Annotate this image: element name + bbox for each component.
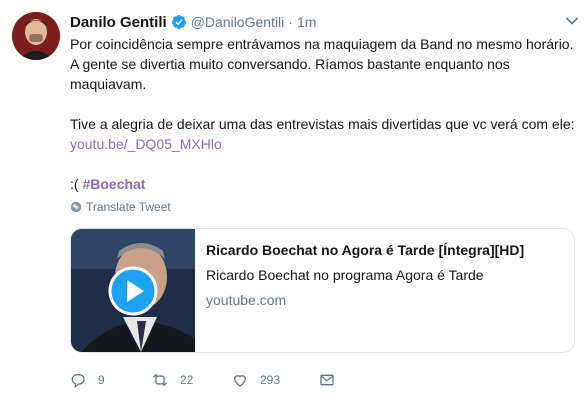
like-count: 293 <box>260 373 281 387</box>
envelope-icon <box>320 374 334 386</box>
card-title: Ricardo Boechat no Agora é Tarde [Íntegr… <box>206 242 525 258</box>
translate-tweet-button[interactable]: Translate Tweet <box>70 200 171 214</box>
like-button[interactable]: 293 <box>232 372 319 388</box>
retweet-button[interactable]: 22 <box>152 372 232 388</box>
author-name[interactable]: Danilo Gentili <box>70 14 167 31</box>
direct-message-button[interactable] <box>319 372 347 388</box>
reply-count: 9 <box>98 373 105 387</box>
tweet-actions: 9 22 293 <box>70 372 347 388</box>
reply-button[interactable]: 9 <box>70 372 152 388</box>
translate-label: Translate Tweet <box>86 200 171 214</box>
play-button-icon[interactable] <box>108 266 158 316</box>
tweet-paragraph-2: Tive a alegria de deixar uma das entrevi… <box>70 116 575 132</box>
tweet-paragraph-1: Por coincidência sempre entrávamos na ma… <box>70 36 574 92</box>
avatar-image <box>12 12 60 60</box>
card-description: Ricardo Boechat no programa Agora é Tard… <box>206 267 484 283</box>
video-link[interactable]: youtu.be/_DQ05_MXHlo <box>70 134 575 154</box>
tweet-text: Por coincidência sempre entrávamos na ma… <box>70 34 575 194</box>
timestamp[interactable]: 1m <box>297 14 316 30</box>
tweet-hashtag-line: :( #Boechat <box>70 174 575 194</box>
separator-dot: · <box>288 14 293 30</box>
reply-icon <box>71 374 85 388</box>
heart-icon <box>233 375 247 387</box>
video-thumbnail[interactable] <box>71 229 195 352</box>
verified-badge-icon <box>171 14 187 30</box>
card-domain: youtube.com <box>206 292 287 308</box>
avatar[interactable] <box>12 12 60 60</box>
globe-icon <box>70 201 82 213</box>
link-preview-card[interactable]: Ricardo Boechat no Agora é Tarde [Íntegr… <box>70 228 575 353</box>
tweet-header: Danilo Gentili @DaniloGentili · 1m <box>70 12 316 32</box>
card-body: Ricardo Boechat no Agora é Tarde [Íntegr… <box>195 229 535 352</box>
retweet-count: 22 <box>180 373 194 387</box>
sad-face-text: :( <box>70 176 79 192</box>
hashtag-link[interactable]: #Boechat <box>82 176 145 192</box>
author-handle[interactable]: @DaniloGentili <box>191 14 285 30</box>
chevron-down-icon[interactable] <box>565 14 579 28</box>
retweet-icon <box>152 374 168 386</box>
